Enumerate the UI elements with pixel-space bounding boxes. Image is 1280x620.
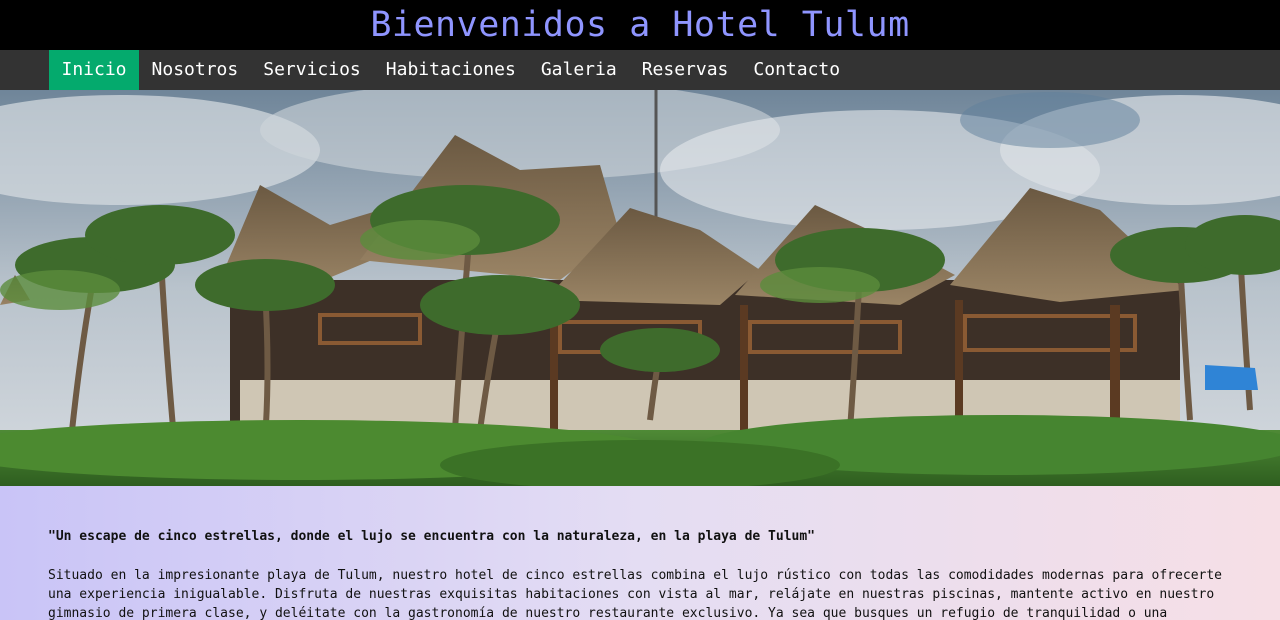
page-title: Bienvenidos a Hotel Tulum xyxy=(370,5,910,45)
nav-item-reservas[interactable]: Reservas xyxy=(629,50,741,90)
nav-item-galeria[interactable]: Galeria xyxy=(528,50,629,90)
main-nav: Inicio Nosotros Servicios Habitaciones G… xyxy=(0,50,1280,90)
description: Situado en la impresionante playa de Tul… xyxy=(48,568,1222,620)
nav-item-nosotros[interactable]: Nosotros xyxy=(139,50,251,90)
hero-image xyxy=(0,90,1280,486)
nav-item-servicios[interactable]: Servicios xyxy=(251,50,374,90)
hotel-photo xyxy=(0,90,1280,486)
tagline: "Un escape de cinco estrellas, donde el … xyxy=(48,529,816,544)
nav-item-contacto[interactable]: Contacto xyxy=(741,50,853,90)
main-content: "Un escape de cinco estrellas, donde el … xyxy=(0,486,1280,620)
site-header: Bienvenidos a Hotel Tulum xyxy=(0,0,1280,50)
nav-item-habitaciones[interactable]: Habitaciones xyxy=(373,50,528,90)
nav-item-inicio[interactable]: Inicio xyxy=(49,50,140,90)
